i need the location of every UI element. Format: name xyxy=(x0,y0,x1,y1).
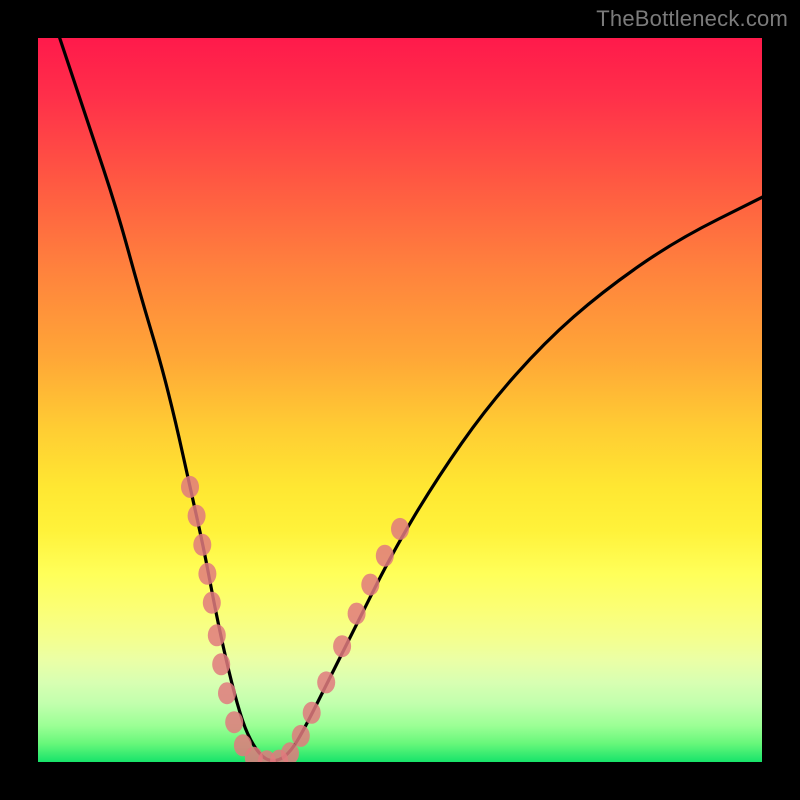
highlight-bead xyxy=(391,518,409,540)
bottleneck-curve xyxy=(60,38,762,761)
highlight-bead xyxy=(203,592,221,614)
highlight-bead xyxy=(317,671,335,693)
highlight-bead xyxy=(193,534,211,556)
watermark-text: TheBottleneck.com xyxy=(596,6,788,32)
plot-area xyxy=(38,38,762,762)
highlight-bead xyxy=(188,505,206,527)
highlight-bead xyxy=(212,653,230,675)
curve-layer xyxy=(38,38,762,762)
highlight-bead xyxy=(198,563,216,585)
highlight-bead xyxy=(361,574,379,596)
highlight-bead xyxy=(333,635,351,657)
chart-frame: TheBottleneck.com xyxy=(0,0,800,800)
highlight-bead xyxy=(218,682,236,704)
highlight-bead xyxy=(292,725,310,747)
highlight-bead xyxy=(181,476,199,498)
highlight-beads-group xyxy=(181,476,409,762)
highlight-bead xyxy=(208,624,226,646)
highlight-bead xyxy=(376,545,394,567)
highlight-bead xyxy=(348,603,366,625)
highlight-bead xyxy=(303,702,321,724)
highlight-bead xyxy=(225,711,243,733)
